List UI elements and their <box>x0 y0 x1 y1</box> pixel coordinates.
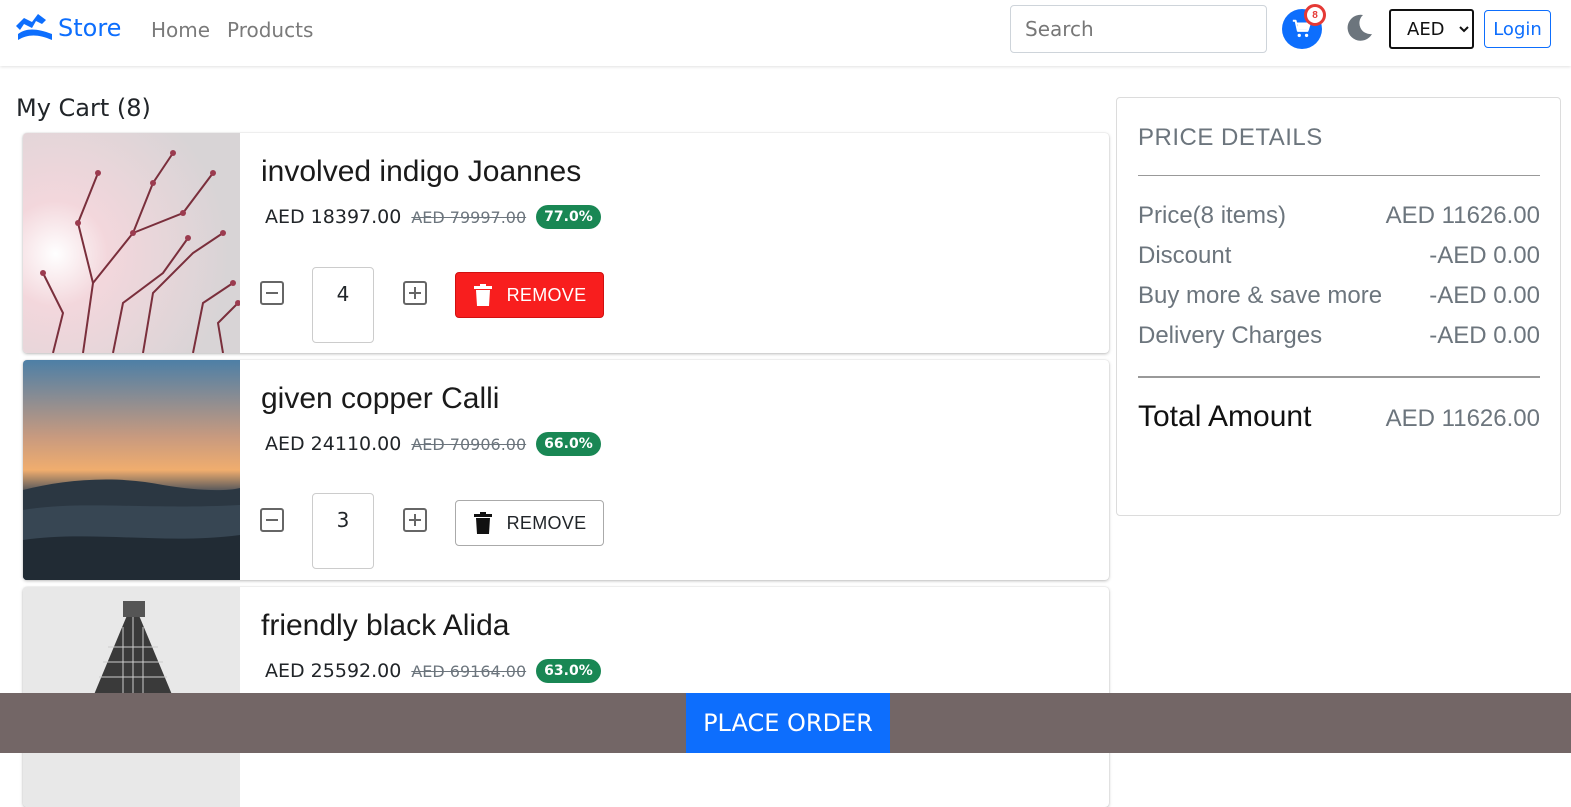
place-order-button[interactable]: PLACE ORDER <box>686 693 890 753</box>
login-button[interactable]: Login <box>1484 10 1551 48</box>
decrease-quantity-icon[interactable] <box>259 280 285 306</box>
product-price: AED 25592.00 <box>265 660 402 682</box>
price-row-discount: Discount -AED 0.00 <box>1138 242 1540 270</box>
increase-quantity-icon[interactable] <box>402 280 428 306</box>
store-logo-icon <box>16 14 52 40</box>
cart-count-badge: 8 <box>1304 4 1326 26</box>
cart-item: given copper Calli AED 24110.00 AED 7090… <box>23 360 1109 580</box>
trash-icon <box>473 284 492 306</box>
product-image <box>23 360 240 580</box>
original-price: AED 79997.00 <box>411 207 527 227</box>
cart-item: involved indigo Joannes AED 18397.00 AED… <box>23 133 1109 353</box>
dark-mode-moon-icon[interactable] <box>1343 12 1375 44</box>
price-row: AED 25592.00 AED 69164.00 63.0% <box>265 659 601 683</box>
price-value: AED 11626.00 <box>1385 202 1540 229</box>
price-label: Price(8 items) <box>1138 202 1287 229</box>
product-price: AED 24110.00 <box>265 433 402 455</box>
increase-quantity-icon[interactable] <box>402 507 428 533</box>
total-amount-label: Total Amount <box>1138 400 1312 433</box>
discount-badge: 77.0% <box>536 205 601 229</box>
footer-bar: PLACE ORDER <box>0 693 1571 753</box>
price-label: Delivery Charges <box>1138 322 1323 349</box>
cart-title: My Cart (8) <box>16 94 151 122</box>
price-row-delivery: Delivery Charges -AED 0.00 <box>1138 322 1540 350</box>
price-label: Discount <box>1138 242 1232 269</box>
price-row: AED 18397.00 AED 79997.00 77.0% <box>265 205 601 229</box>
nav-link-products[interactable]: Products <box>227 18 313 42</box>
remove-button[interactable]: REMOVE <box>455 500 604 546</box>
total-amount-value: AED 11626.00 <box>1385 405 1540 432</box>
divider <box>1138 376 1540 378</box>
price-value: -AED 0.00 <box>1429 282 1540 309</box>
price-details-title: PRICE DETAILS <box>1138 124 1323 151</box>
quantity-input[interactable]: 3 <box>312 493 374 569</box>
price-row-items: Price(8 items) AED 11626.00 <box>1138 202 1540 230</box>
search-input[interactable] <box>1010 5 1267 53</box>
price-value: -AED 0.00 <box>1429 322 1540 349</box>
product-name[interactable]: involved indigo Joannes <box>261 155 581 189</box>
discount-badge: 63.0% <box>536 659 601 683</box>
remove-button[interactable]: REMOVE <box>455 272 604 318</box>
price-value: -AED 0.00 <box>1429 242 1540 269</box>
total-amount-row: Total Amount AED 11626.00 <box>1138 400 1540 434</box>
original-price: AED 69164.00 <box>411 661 527 681</box>
remove-label: REMOVE <box>506 284 587 305</box>
product-image <box>23 133 240 353</box>
price-label: Buy more & save more <box>1138 282 1383 309</box>
divider <box>1138 175 1540 176</box>
price-row: AED 24110.00 AED 70906.00 66.0% <box>265 432 601 456</box>
product-name[interactable]: given copper Calli <box>261 382 499 416</box>
decrease-quantity-icon[interactable] <box>259 507 285 533</box>
currency-select[interactable]: AED <box>1389 9 1474 49</box>
quantity-input[interactable]: 4 <box>312 267 374 343</box>
price-details-panel: PRICE DETAILS Price(8 items) AED 11626.0… <box>1116 97 1561 516</box>
remove-label: REMOVE <box>506 512 587 533</box>
product-name[interactable]: friendly black Alida <box>261 609 509 643</box>
nav-link-home[interactable]: Home <box>151 18 210 42</box>
discount-badge: 66.0% <box>536 432 601 456</box>
brand-name: Store <box>58 14 122 42</box>
price-row-buy-more: Buy more & save more -AED 0.00 <box>1138 282 1540 310</box>
original-price: AED 70906.00 <box>411 434 527 454</box>
product-price: AED 18397.00 <box>265 206 402 228</box>
brand-link[interactable]: Store <box>14 12 121 44</box>
navbar: Store Home Products 8 AED Login <box>0 0 1571 66</box>
trash-icon <box>473 512 492 534</box>
